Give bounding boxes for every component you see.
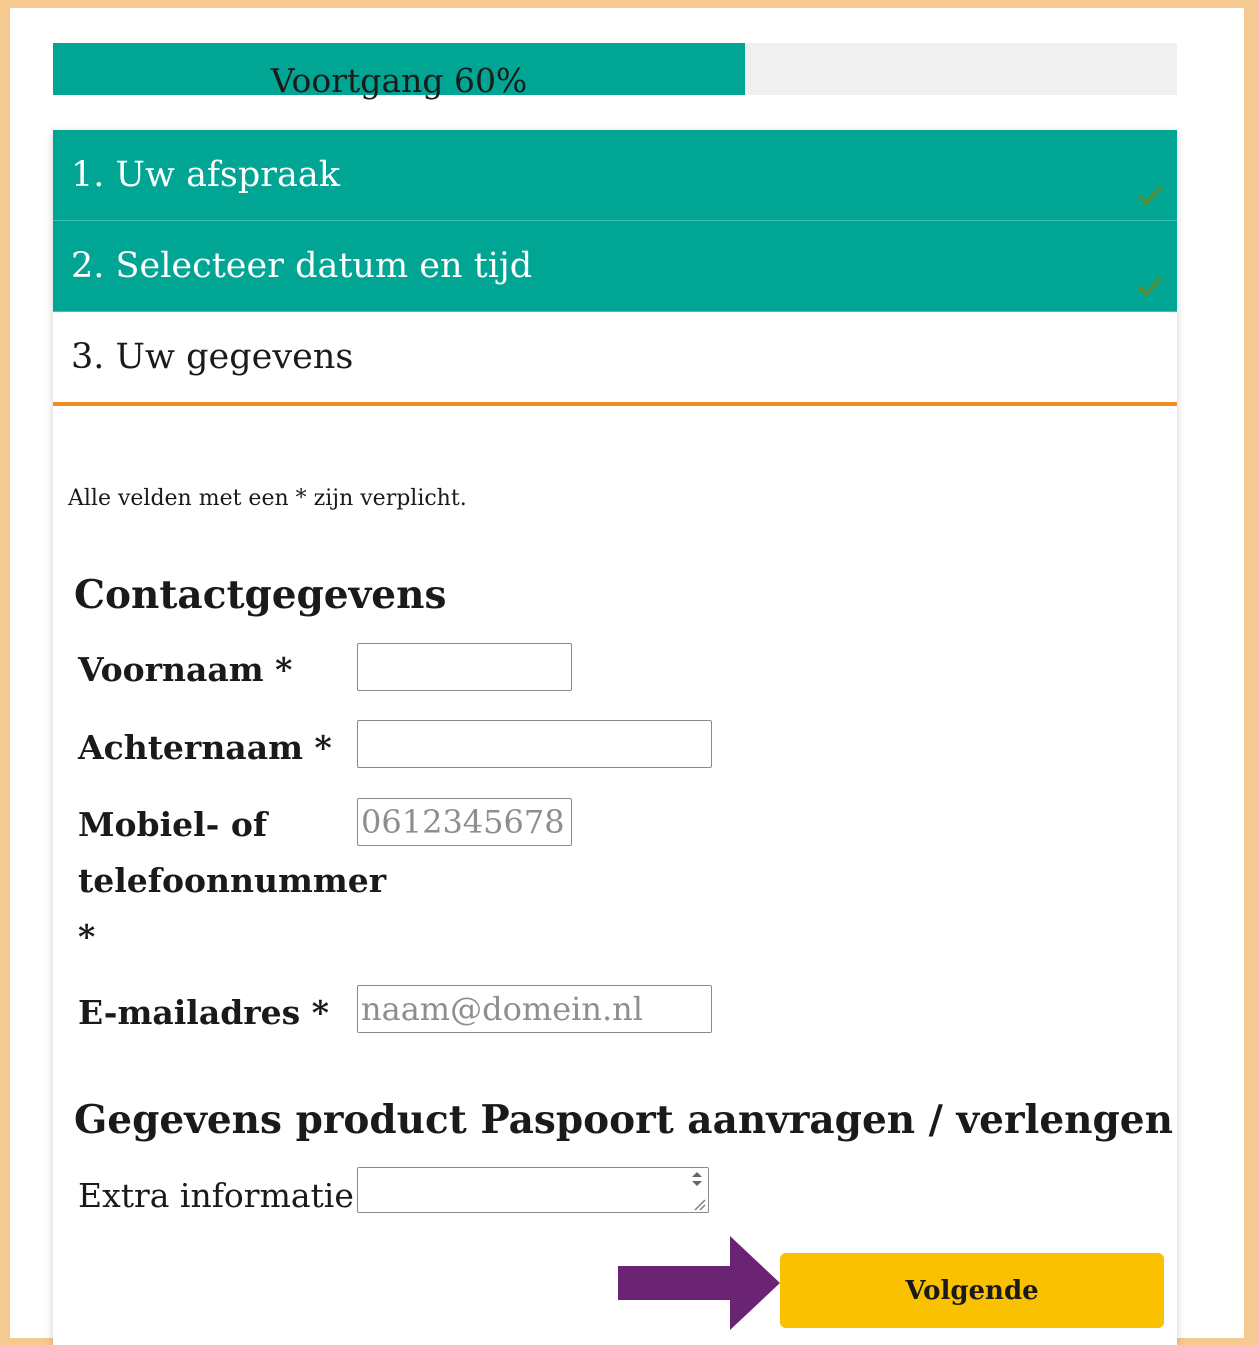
- phone-label-line1: Mobiel- of: [78, 805, 268, 844]
- next-button[interactable]: Volgende: [780, 1253, 1164, 1328]
- annotation-arrow-icon: [618, 1236, 780, 1330]
- email-input[interactable]: [357, 985, 712, 1033]
- first-name-input[interactable]: [357, 643, 572, 691]
- phone-label: Mobiel- of telefoonnummer *: [78, 797, 386, 965]
- phone-label-line2: telefoonnummer: [78, 861, 387, 900]
- phone-input[interactable]: [357, 798, 572, 846]
- extra-info-textarea[interactable]: [357, 1167, 709, 1213]
- contact-heading: Contactgegevens: [74, 572, 447, 618]
- step-appointment[interactable]: 1. Uw afspraak: [53, 130, 1177, 221]
- progress-label: Voortgang 60%: [270, 61, 528, 100]
- appointment-wizard: 1. Uw afspraak 2. Selecteer datum en tij…: [53, 130, 1177, 1345]
- first-name-label: Voornaam *: [78, 650, 293, 689]
- step-label: 2. Selecteer datum en tijd: [71, 246, 533, 286]
- step-date-time[interactable]: 2. Selecteer datum en tijd: [53, 221, 1177, 312]
- resize-handle-icon[interactable]: [692, 1196, 706, 1211]
- extra-info-label: Extra informatie: [78, 1176, 354, 1215]
- step-label: 1. Uw afspraak: [71, 155, 340, 195]
- check-icon: [1137, 184, 1163, 206]
- progress-bar: Voortgang 60%: [53, 43, 1177, 100]
- last-name-label: Achternaam *: [78, 728, 332, 767]
- check-icon: [1137, 275, 1163, 297]
- required-note: Alle velden met een * zijn verplicht.: [68, 486, 467, 511]
- step-label: 3. Uw gegevens: [71, 337, 354, 377]
- phone-label-line3: *: [78, 917, 96, 956]
- email-label: E-mailadres *: [78, 993, 329, 1032]
- scroll-arrows-icon[interactable]: [690, 1170, 704, 1188]
- product-heading: Gegevens product Paspoort aanvragen / ve…: [74, 1097, 1173, 1143]
- last-name-input[interactable]: [357, 720, 712, 768]
- step-your-details[interactable]: 3. Uw gegevens: [53, 312, 1177, 406]
